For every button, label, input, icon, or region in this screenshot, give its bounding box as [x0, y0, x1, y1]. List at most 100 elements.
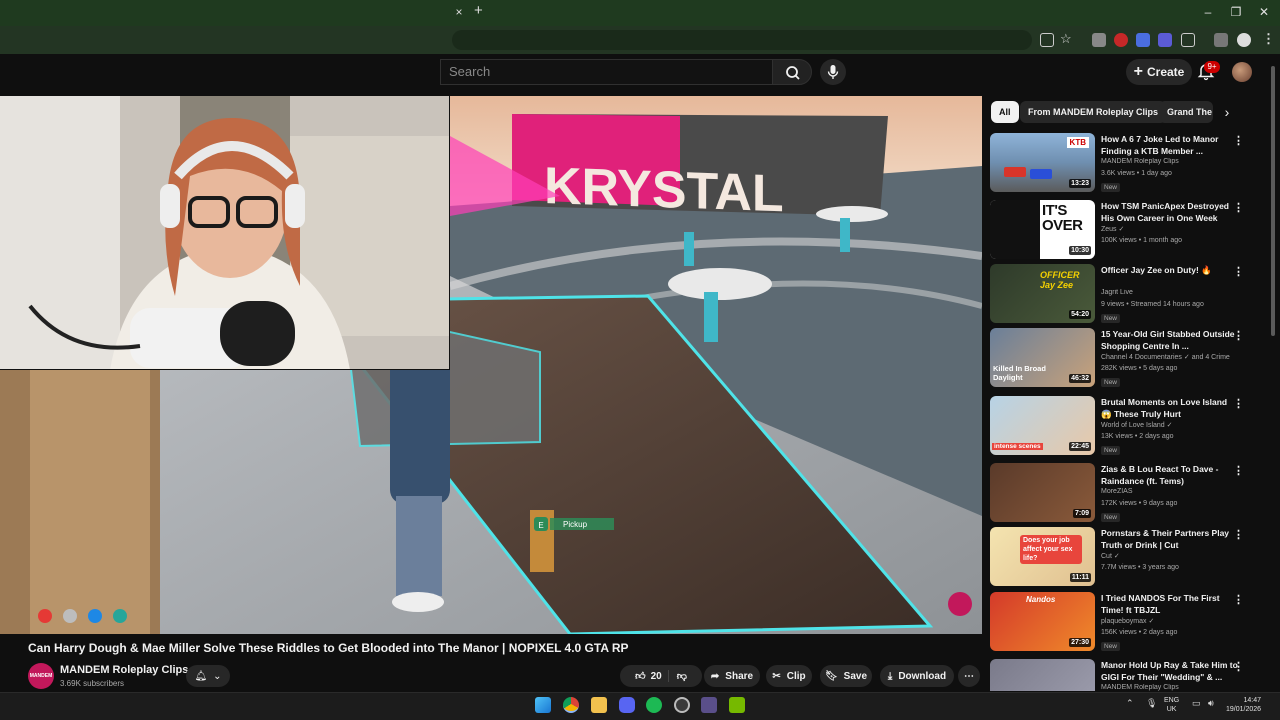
- obs-icon[interactable]: [674, 697, 690, 713]
- search-icon: [786, 66, 800, 80]
- scrollbar-thumb[interactable]: [1271, 66, 1275, 336]
- recommendation-item[interactable]: Manor Hold Up Ray & Take Him to GIGI For…: [990, 659, 1266, 691]
- clock[interactable]: 14:47 19/01/2026: [1226, 696, 1261, 714]
- chevron-right-icon[interactable]: ›: [1216, 101, 1238, 123]
- dislike-button[interactable]: 👎︎: [667, 670, 687, 682]
- rec-channel: World of Love Island ✓: [1101, 422, 1173, 429]
- rec-title: Brutal Moments on Love Island 😱 These Tr…: [1101, 397, 1228, 419]
- thumbs-up-icon: 👍︎: [635, 671, 646, 682]
- channel-avatar[interactable]: MANDEM: [28, 663, 54, 689]
- duration-badge: 54:20: [1069, 310, 1091, 319]
- bell-icon: 🔔︎: [194, 670, 208, 682]
- extension-icon[interactable]: [1092, 33, 1106, 47]
- search-button[interactable]: [772, 59, 812, 85]
- lang-line1: ENG: [1164, 697, 1180, 704]
- extension-icon[interactable]: [1158, 33, 1172, 47]
- thumb-text: KTB: [1066, 137, 1089, 148]
- rec-meta: 13K views • 2 days ago: [1101, 433, 1174, 440]
- new-badge: New: [1101, 378, 1121, 387]
- chip-from-channel[interactable]: From MANDEM Roleplay Clips: [1020, 101, 1167, 123]
- file-explorer-icon[interactable]: [591, 697, 607, 713]
- download-button[interactable]: ⤓ Download: [880, 665, 954, 687]
- duration-badge: 46:32: [1069, 374, 1091, 383]
- recommendation-item[interactable]: Killed In Broad Daylight 46:32 15 Year-O…: [990, 328, 1266, 392]
- more-vertical-icon[interactable]: ⋮: [1233, 465, 1244, 477]
- bookmark-icon: 🔖︎: [824, 670, 838, 682]
- recommendation-item[interactable]: Nandos 27:30 I Tried NANDOS For The Firs…: [990, 592, 1266, 656]
- rec-channel: MANDEM Roleplay Clips: [1101, 684, 1179, 691]
- window-maximize-button[interactable]: ❐: [1228, 4, 1244, 20]
- more-vertical-icon[interactable]: ⋮: [1233, 529, 1244, 541]
- video-thumbnail: Killed In Broad Daylight 46:32: [990, 328, 1095, 387]
- window-close-button[interactable]: ✕: [1256, 4, 1272, 20]
- more-actions-button[interactable]: ⋯: [958, 665, 980, 687]
- share-button[interactable]: ➦ Share: [704, 665, 760, 687]
- rec-meta: 172K views • 9 days ago: [1101, 500, 1178, 507]
- recommendation-item[interactable]: IT'S OVER 10:30 How TSM PanicApex Destro…: [990, 200, 1266, 264]
- voice-search-button[interactable]: [820, 59, 846, 85]
- microphone-tray-icon[interactable]: 🎙︎: [1146, 698, 1157, 709]
- profile-icon[interactable]: [1237, 33, 1251, 47]
- video-thumbnail: intense scenes 22:45: [990, 396, 1095, 455]
- duration-badge: 11:11: [1069, 573, 1091, 582]
- reading-list-icon[interactable]: [1214, 33, 1228, 47]
- new-badge: New: [1101, 314, 1121, 323]
- video-thumbnail: [990, 659, 1095, 691]
- windows-start-icon[interactable]: [535, 697, 551, 713]
- more-vertical-icon[interactable]: ⋮: [1233, 594, 1244, 606]
- tab-close-icon[interactable]: ×: [452, 5, 466, 19]
- more-vertical-icon[interactable]: ⋮: [1233, 661, 1244, 673]
- new-badge: New: [1101, 183, 1121, 192]
- language-indicator[interactable]: ENG UK: [1164, 696, 1179, 714]
- rec-title: Officer Jay Zee on Duty! 🔥: [1101, 265, 1212, 275]
- thumb-text: Nandos: [1026, 595, 1056, 604]
- extensions-puzzle-icon[interactable]: [1181, 33, 1195, 47]
- rec-title: I Tried NANDOS For The First Time! ft TB…: [1101, 593, 1220, 615]
- subscription-bell-button[interactable]: 🔔︎ ⌄: [186, 665, 230, 687]
- more-vertical-icon[interactable]: ⋮: [1233, 330, 1244, 342]
- bookmark-star-icon[interactable]: ☆: [1060, 31, 1072, 47]
- save-button[interactable]: 🔖︎ Save: [820, 665, 872, 687]
- chip-all[interactable]: All: [991, 101, 1019, 123]
- more-vertical-icon[interactable]: ⋮: [1233, 202, 1244, 214]
- thumb-text: Killed In Broad Daylight: [993, 364, 1046, 382]
- scene-sign-text: KRYSTAL: [544, 157, 784, 223]
- more-vertical-icon[interactable]: ⋮: [1233, 135, 1244, 147]
- recommendation-item[interactable]: OFFICER Jay Zee 54:20 Officer Jay Zee on…: [990, 264, 1266, 328]
- discord-icon[interactable]: [619, 697, 635, 713]
- ublock-icon[interactable]: [1114, 33, 1128, 47]
- extension-icon[interactable]: [1136, 33, 1150, 47]
- spotify-icon[interactable]: [646, 697, 662, 713]
- chrome-icon[interactable]: [563, 697, 579, 713]
- video-player[interactable]: KRYSTAL E Pickup: [0, 96, 982, 634]
- nvidia-icon[interactable]: [729, 697, 745, 713]
- clip-button[interactable]: ✂ Clip: [766, 665, 812, 687]
- search-input[interactable]: Search: [440, 59, 772, 85]
- new-tab-button[interactable]: +: [474, 3, 488, 19]
- address-bar[interactable]: [452, 30, 1032, 50]
- create-button[interactable]: + Create: [1126, 59, 1192, 85]
- recommendation-item[interactable]: intense scenes 22:45 Brutal Moments on L…: [990, 396, 1266, 460]
- recommendation-item[interactable]: Does your job affect your sex life? 11:1…: [990, 527, 1266, 591]
- install-app-icon[interactable]: [1040, 33, 1054, 47]
- channel-name[interactable]: MANDEM Roleplay Clips: [60, 664, 188, 676]
- rec-channel: Zeus ✓: [1101, 226, 1125, 233]
- window-minimize-button[interactable]: –: [1200, 4, 1216, 20]
- video-thumbnail: Does your job affect your sex life? 11:1…: [990, 527, 1095, 586]
- tray-chevron-up-icon[interactable]: ⌃: [1126, 698, 1134, 709]
- recommendation-item[interactable]: KTB 13:23 How A 6 7 Joke Led to Manor Fi…: [990, 133, 1266, 197]
- more-vertical-icon[interactable]: ⋮: [1233, 266, 1244, 278]
- volume-icon[interactable]: 🔊︎: [1208, 698, 1214, 709]
- more-vertical-icon[interactable]: ⋮: [1233, 398, 1244, 410]
- account-avatar[interactable]: [1232, 62, 1252, 82]
- rec-title: Zias & B Lou React To Dave - Raindance (…: [1101, 464, 1219, 486]
- like-button[interactable]: 👍︎ 20: [635, 670, 662, 683]
- new-badge: New: [1101, 642, 1121, 651]
- network-icon[interactable]: ▭: [1192, 698, 1201, 709]
- notifications-badge: 9+: [1204, 61, 1220, 73]
- chip-grand-theft[interactable]: Grand The: [1159, 101, 1213, 123]
- app-icon[interactable]: [701, 697, 717, 713]
- recommendation-item[interactable]: 7:09 Zias & B Lou React To Dave - Rainda…: [990, 463, 1266, 527]
- thumbs-down-icon: 👎︎: [676, 671, 687, 682]
- browser-menu-icon[interactable]: ⋮: [1262, 31, 1275, 47]
